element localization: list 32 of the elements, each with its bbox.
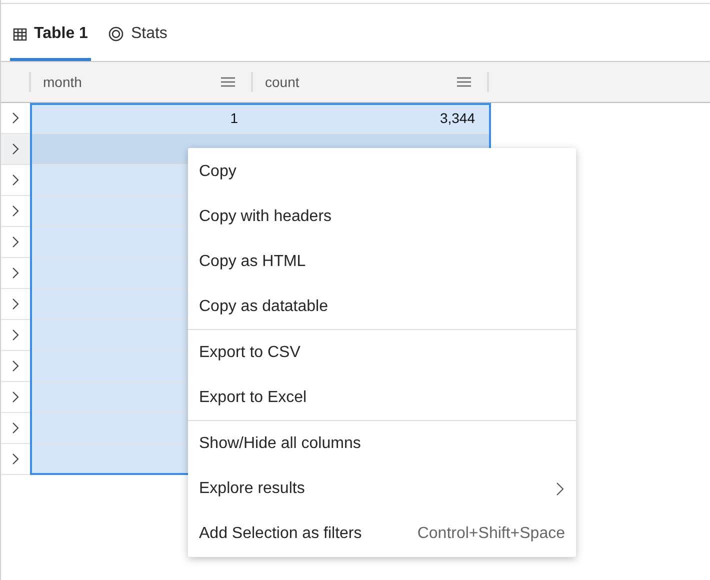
chevron-right-icon[interactable] [12, 112, 19, 124]
chevron-right-icon[interactable] [12, 143, 19, 155]
menu-item[interactable]: Explore results [188, 466, 576, 511]
menu-icon[interactable] [457, 77, 471, 87]
table-cell-text: 3,344 [440, 108, 475, 128]
column-header[interactable]: count [265, 72, 300, 92]
menu-item[interactable]: Export to CSV [188, 330, 576, 375]
chevron-right-icon[interactable] [12, 360, 19, 372]
chevron-right-icon[interactable] [12, 205, 19, 217]
chevron-right-icon[interactable] [12, 453, 19, 465]
donut-chart-icon [108, 26, 124, 42]
chevron-right-icon[interactable] [12, 236, 19, 248]
chevron-right-icon[interactable] [12, 267, 19, 279]
table-cell-text: 1 [230, 108, 238, 128]
chevron-right-icon[interactable] [12, 298, 19, 310]
chevron-right-icon[interactable] [12, 174, 19, 186]
menu-item[interactable]: Add Selection as filters Control+Shift+Space [188, 511, 576, 556]
chevron-right-icon[interactable] [12, 391, 19, 403]
chevron-right-icon[interactable] [12, 329, 19, 341]
shortcut-label: Control+Shift+Space [417, 524, 565, 544]
menu-item[interactable]: Copy [188, 149, 576, 194]
menu-item[interactable]: Show/Hide all columns [188, 421, 576, 466]
menu-item[interactable]: Copy with headers [188, 194, 576, 239]
menu-item[interactable]: Export to Excel [188, 375, 576, 420]
tab[interactable]: Stats [104, 17, 170, 61]
menu-item[interactable]: Copy as HTML [188, 239, 576, 284]
table-row[interactable]: 1 3,344 [30, 103, 491, 133]
menu-item[interactable]: Copy as datatable [188, 284, 576, 329]
chevron-right-icon[interactable] [12, 422, 19, 434]
table-icon [13, 28, 27, 40]
menu-icon[interactable] [221, 77, 235, 87]
column-header[interactable]: month [43, 72, 82, 92]
